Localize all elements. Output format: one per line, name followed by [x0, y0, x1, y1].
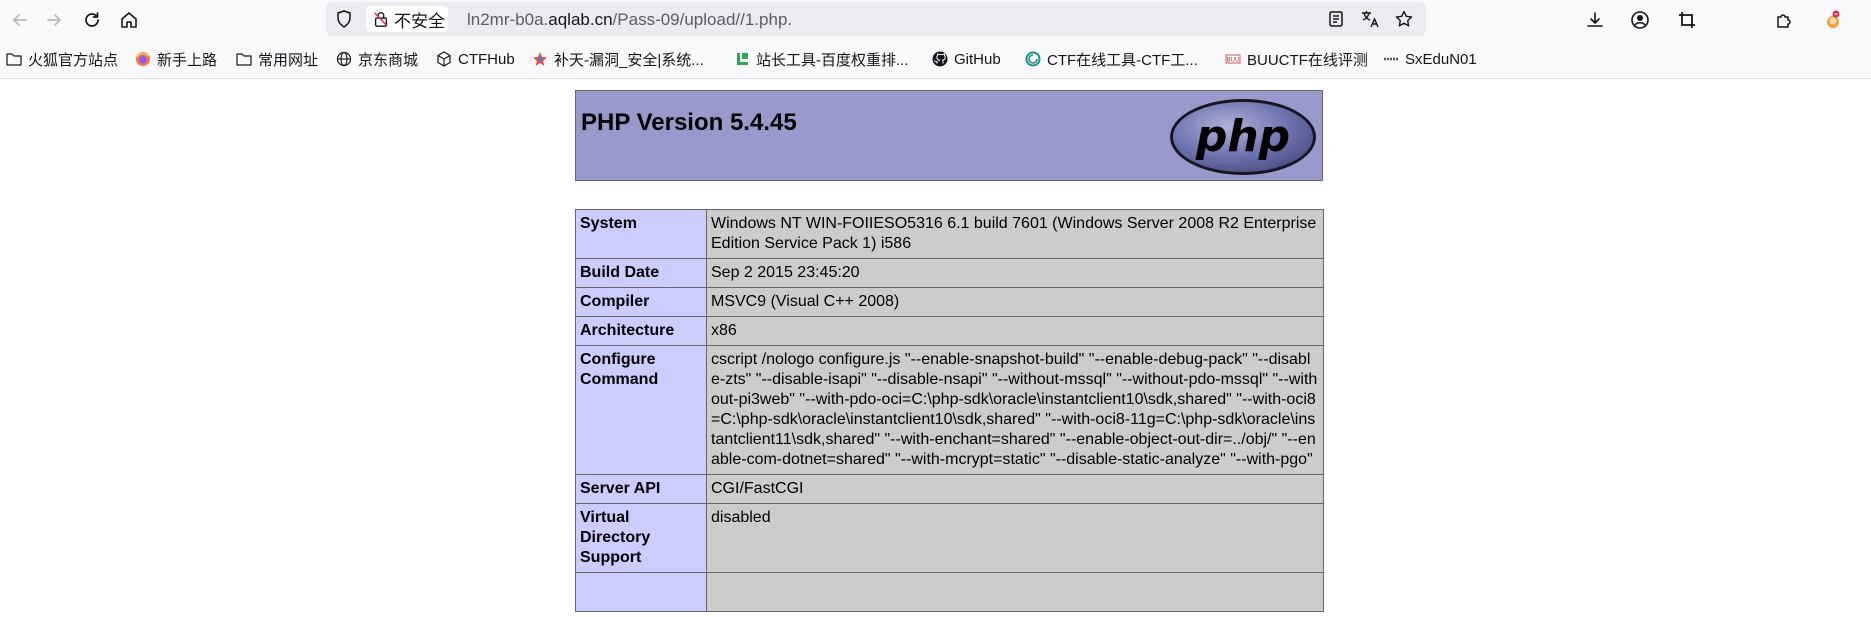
connection-insecure-badge[interactable]: 不安全: [366, 6, 448, 32]
table-row: Virtual Directory Support disabled: [575, 503, 1324, 573]
home-icon: [121, 12, 137, 28]
folder-icon: [6, 51, 22, 67]
bookmark-item[interactable]: 京东商城: [336, 49, 418, 69]
bookmark-label: BUUCTF在线评测: [1247, 51, 1368, 69]
bookmark-label: 火狐官方站点: [28, 51, 119, 69]
table-row: Configure Command cscript /nologo configu…: [575, 345, 1324, 475]
url-prefix: ln2mr-b0a.: [467, 10, 549, 29]
back-button[interactable]: [6, 6, 34, 34]
table-row: Build Date Sep 2 2015 23:45:20: [575, 258, 1324, 288]
bookmark-item[interactable]: 常用网址: [236, 49, 318, 69]
bookmark-label: CTF在线工具-CTF工...: [1047, 51, 1198, 69]
row-key: Server API: [575, 474, 707, 504]
table-row: Server API CGI/FastCGI: [575, 474, 1324, 504]
phpinfo-table: System Windows NT WIN-FOIIESO5316 6.1 bui…: [575, 209, 1324, 612]
ctftool-icon: [1025, 51, 1041, 67]
screenshot-crop-icon: [1679, 12, 1695, 28]
github-icon: [932, 51, 948, 67]
screenshot-button[interactable]: [1673, 6, 1701, 34]
translate-icon[interactable]: [1360, 9, 1380, 29]
sxedu-icon: [1383, 51, 1399, 67]
profile-avatar-icon: [1827, 10, 1840, 28]
page-title: PHP Version 5.4.45: [581, 109, 797, 136]
bookmark-label: 补天-漏洞_安全|系统...: [554, 51, 704, 69]
row-key: Build Date: [575, 258, 707, 288]
bookmark-item[interactable]: 新手上路: [135, 49, 217, 69]
forward-icon: [47, 14, 61, 26]
globe-icon: [336, 51, 352, 67]
reader-view-icon[interactable]: [1326, 9, 1346, 29]
browser-toolbar: 不安全 ln2mr-b0a.aqlab.cn/Pass-09/upload//1…: [0, 0, 1871, 40]
row-value: CGI/FastCGI: [706, 474, 1324, 504]
account-icon: [1631, 11, 1649, 29]
row-key: [575, 572, 707, 612]
home-button[interactable]: [115, 6, 143, 34]
row-value: disabled: [706, 503, 1324, 573]
row-value: Windows NT WIN-FOIIESO5316 6.1 build 760…: [706, 209, 1324, 259]
bookmark-label: 站长工具-百度权重排...: [756, 51, 909, 69]
bookmark-item[interactable]: CTFHub: [436, 49, 515, 69]
row-key: Virtual Directory Support: [575, 503, 707, 573]
page-content: PHP Version 5.4.45 php System Windows NT …: [0, 79, 1871, 617]
extensions-icon: [1777, 14, 1791, 28]
row-value: x86: [706, 316, 1324, 346]
bookmark-label: 京东商城: [358, 51, 419, 69]
php-logo[interactable]: php: [1168, 97, 1318, 177]
bookmark-star-icon[interactable]: [1394, 9, 1414, 29]
row-key: Configure Command: [575, 345, 707, 475]
chinaz-icon: [734, 51, 750, 67]
bookmarks-toolbar: 火狐官方站点 新手上路 常用网址 京东商城 CTFHub 补天-漏洞_安全|系统…: [0, 40, 1871, 79]
bookmark-item[interactable]: CTF在线工具-CTF工...: [1025, 49, 1198, 69]
table-row: [575, 572, 1324, 612]
insecure-label: 不安全: [394, 11, 445, 31]
reload-icon: [85, 12, 99, 27]
row-key: Architecture: [575, 316, 707, 346]
bookmark-label: GitHub: [954, 50, 1001, 68]
bookmark-item[interactable]: 火狐官方站点: [6, 49, 118, 69]
row-value: Sep 2 2015 23:45:20: [706, 258, 1324, 288]
profile-button[interactable]: [1819, 6, 1847, 34]
bookmark-item[interactable]: 补天-漏洞_安全|系统...: [532, 49, 704, 69]
download-icon: [1587, 12, 1603, 27]
url-bar[interactable]: 不安全 ln2mr-b0a.aqlab.cn/Pass-09/upload//1…: [326, 2, 1426, 36]
url-host: aqlab.cn: [548, 10, 613, 29]
bookmark-item[interactable]: 站长工具-百度权重排...: [734, 49, 909, 69]
row-value: cscript /nologo configure.js "--enable-s…: [706, 345, 1324, 475]
bookmark-label: CTFHub: [458, 50, 515, 68]
bookmark-item[interactable]: BUU BUUCTF在线评测: [1225, 49, 1368, 69]
folder-icon: [236, 51, 252, 67]
firefox-icon: [135, 51, 151, 67]
reload-button[interactable]: [78, 6, 106, 34]
table-row: Architecture x86: [575, 316, 1324, 346]
table-row: System Windows NT WIN-FOIIESO5316 6.1 bui…: [575, 209, 1324, 259]
extensions-button[interactable]: [1770, 6, 1798, 34]
insecure-lock-icon: [374, 12, 388, 27]
row-value: [706, 572, 1324, 612]
downloads-button[interactable]: [1581, 6, 1609, 34]
cube-icon: [436, 51, 452, 67]
php-logo-text: php: [1195, 111, 1290, 162]
account-button[interactable]: [1626, 6, 1654, 34]
tracking-shield-icon[interactable]: [334, 9, 354, 29]
forward-button[interactable]: [40, 6, 68, 34]
row-key: System: [575, 209, 707, 259]
bookmark-label: 常用网址: [258, 51, 319, 69]
bookmark-label: SxEduN01: [1405, 50, 1477, 68]
bookmark-item[interactable]: SxEduN01: [1383, 49, 1477, 69]
url-path: /Pass-09/upload//1.php.: [612, 10, 793, 29]
svg-text:BUU: BUU: [1227, 57, 1240, 64]
bookmark-item[interactable]: GitHub: [932, 49, 1001, 69]
row-key: Compiler: [575, 287, 707, 317]
buuctf-icon: BUU: [1225, 51, 1241, 67]
phpinfo-header: PHP Version 5.4.45 php: [575, 90, 1323, 181]
url-text[interactable]: ln2mr-b0a.aqlab.cn/Pass-09/upload//1.php…: [467, 10, 792, 30]
row-value: MSVC9 (Visual C++ 2008): [706, 287, 1324, 317]
butian-icon: [532, 51, 548, 67]
bookmark-label: 新手上路: [157, 51, 218, 69]
back-icon: [13, 14, 27, 26]
table-row: Compiler MSVC9 (Visual C++ 2008): [575, 287, 1324, 317]
